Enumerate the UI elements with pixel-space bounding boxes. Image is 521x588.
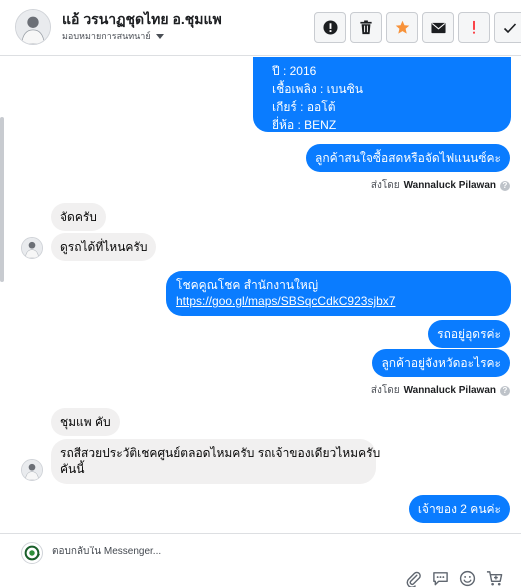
exclamation-icon — [473, 20, 475, 34]
outgoing-message: ลูกค้าสนใจซื้อสดหรือจัดไฟแนนซ์คะ — [306, 144, 510, 172]
message-text: คันนี้ — [60, 462, 85, 476]
location-message: โชคคูณโชค สำนักงานใหญ่ https://goo.gl/ma… — [166, 271, 511, 316]
composer-tools — [405, 570, 503, 587]
assign-label: มอบหมายการสนทนาย์ — [62, 31, 151, 41]
message-text: เจ้าของ 2 คนค่ะ — [417, 502, 501, 516]
saved-replies-icon[interactable] — [432, 570, 449, 587]
message-thread[interactable]: ปี : 2016 เชื้อเพลิง : เบนซิน เกียร์ : อ… — [0, 57, 521, 533]
mark-done-button[interactable] — [494, 12, 521, 43]
page-logo-icon — [22, 543, 42, 563]
sent-by-prefix: ส่งโดย — [370, 385, 400, 396]
person-photo-icon — [22, 460, 42, 480]
reply-composer — [0, 533, 521, 588]
outgoing-message: ลูกค้าอยู่จังหวัดอะไรคะ — [372, 349, 510, 377]
checkmark-icon — [503, 22, 517, 33]
sent-by-label: ส่งโดย Wannaluck Pilawan ? — [371, 383, 510, 398]
car-gear: เกียร์ : ออโต้ — [272, 100, 336, 114]
car-brand: ยี่ห้อ : BENZ — [272, 118, 337, 132]
thread-scrollbar[interactable] — [0, 117, 4, 282]
reply-input[interactable] — [52, 546, 492, 557]
cart-icon[interactable] — [486, 570, 503, 587]
conversation-header: แอ้ วรนาฏชุดไทย อ.ชุมแพ มอบหมายการสนทนาย… — [0, 0, 521, 56]
outgoing-message: เจ้าของ 2 คนค่ะ — [408, 495, 510, 523]
message-text: ลูกค้าอยู่จังหวัดอะไรคะ — [381, 356, 501, 370]
email-button[interactable] — [422, 12, 454, 43]
person-photo-icon — [22, 238, 42, 258]
sent-by-prefix: ส่งโดย — [370, 180, 400, 191]
contact-avatar[interactable] — [15, 9, 51, 45]
contact-name[interactable]: แอ้ วรนาฏชุดไทย อ.ชุมแพ — [62, 9, 222, 31]
message-text: ดูรถได้ที่ไหนครับ — [60, 240, 148, 254]
alert-circle-icon — [322, 20, 338, 35]
report-button[interactable] — [458, 12, 490, 43]
delete-button[interactable] — [350, 12, 382, 43]
car-fuel: เชื้อเพลิง : เบนซิน — [272, 82, 363, 96]
contact-avatar-small[interactable] — [21, 237, 43, 259]
star-icon — [395, 20, 409, 34]
message-text: รถสีสวยประวัติเชคศูนย์ตลอดไหมครับ รถเจ้า… — [60, 446, 381, 460]
trash-icon — [360, 20, 372, 35]
sent-by-label: ส่งโดย Wannaluck Pilawan ? — [371, 178, 510, 193]
incoming-message: จัดครับ — [51, 203, 106, 231]
attach-icon[interactable] — [405, 570, 422, 587]
mark-important-button[interactable] — [314, 12, 346, 43]
car-details-message: ปี : 2016 เชื้อเพลิง : เบนซิน เกียร์ : อ… — [253, 57, 511, 132]
help-icon[interactable]: ? — [500, 385, 510, 396]
help-icon[interactable]: ? — [500, 180, 510, 191]
assign-conversation-dropdown[interactable]: มอบหมายการสนทนาย์ — [62, 29, 164, 43]
incoming-message: ชุมแพ คับ — [51, 408, 120, 436]
sender-name[interactable]: Wannaluck Pilawan — [404, 385, 496, 396]
car-year: ปี : 2016 — [272, 64, 317, 78]
message-text: ชุมแพ คับ — [60, 415, 111, 429]
person-photo-icon — [16, 10, 50, 44]
contact-avatar-small[interactable] — [21, 459, 43, 481]
envelope-icon — [430, 22, 446, 33]
star-button[interactable] — [386, 12, 418, 43]
map-link[interactable]: https://goo.gl/maps/SBSqcCdkC923sjbx7 — [176, 294, 395, 308]
incoming-message: รถสีสวยประวัติเชคศูนย์ตลอดไหมครับ รถเจ้า… — [51, 439, 381, 484]
message-text: ลูกค้าสนใจซื้อสดหรือจัดไฟแนนซ์คะ — [315, 151, 501, 165]
outgoing-message: รถอยู่อุดรค่ะ — [428, 320, 510, 348]
incoming-message: ดูรถได้ที่ไหนครับ — [51, 233, 157, 261]
page-avatar — [21, 542, 43, 564]
message-text: รถอยู่อุดรค่ะ — [437, 327, 501, 341]
emoji-icon[interactable] — [459, 570, 476, 587]
sender-name[interactable]: Wannaluck Pilawan — [404, 180, 496, 191]
location-title: โชคคูณโชค สำนักงานใหญ่ — [176, 278, 319, 292]
message-text: จัดครับ — [60, 210, 97, 224]
chevron-down-icon — [155, 33, 164, 39]
conversation-actions — [314, 12, 521, 43]
